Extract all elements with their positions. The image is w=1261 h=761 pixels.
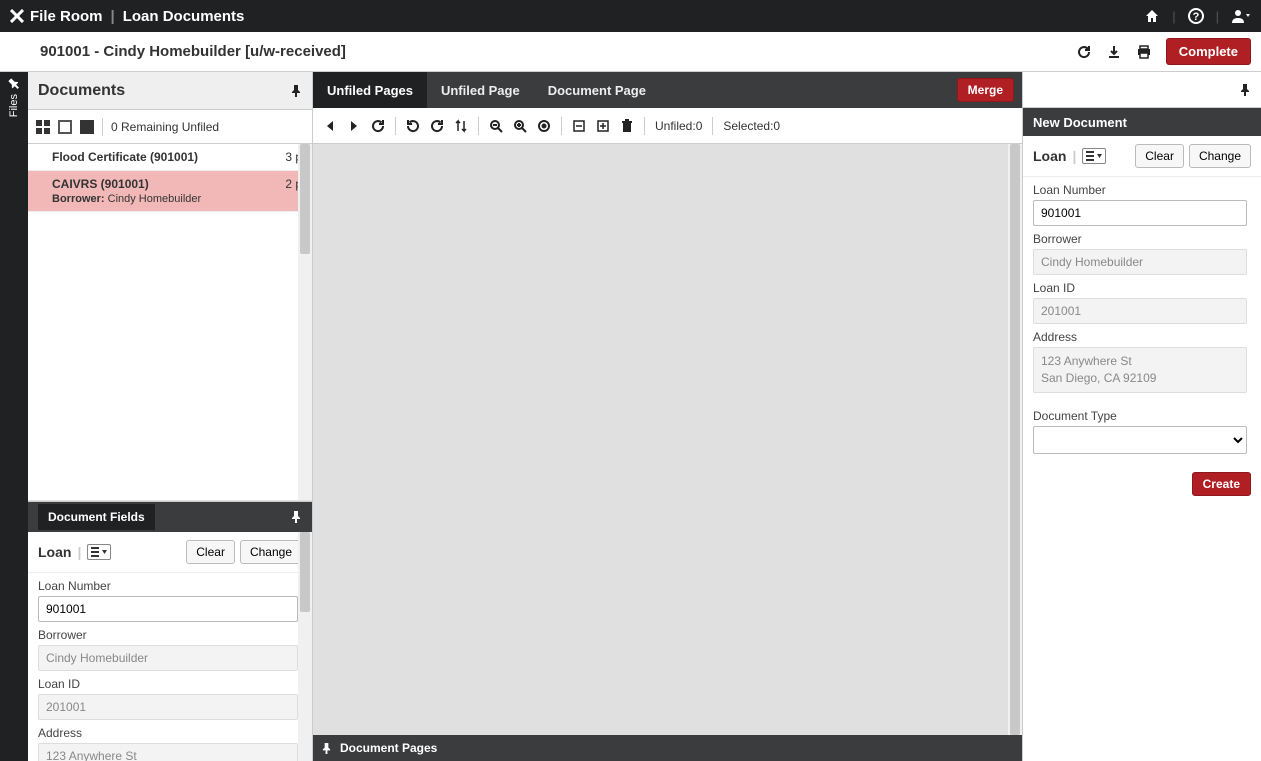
borrower-label: Borrower <box>38 628 298 642</box>
pin-icon[interactable] <box>290 85 302 97</box>
documents-list: Flood Certificate (901001) 3 p CAIVRS (9… <box>28 144 312 501</box>
plus-box-icon[interactable] <box>596 119 610 133</box>
borrower-readonly: Cindy Homebuilder <box>38 645 298 671</box>
pin-icon[interactable] <box>8 78 20 90</box>
sort-icon[interactable] <box>454 119 468 133</box>
remaining-unfiled-label: 0 Remaining Unfiled <box>111 120 219 134</box>
download-icon[interactable] <box>1106 44 1122 60</box>
document-item[interactable]: Flood Certificate (901001) 3 p <box>28 144 312 171</box>
refresh-icon[interactable] <box>1076 44 1092 60</box>
loan-label: Loan <box>1033 148 1066 164</box>
borrower-label: Borrower: <box>52 193 105 205</box>
right-pin-bar <box>1023 72 1261 108</box>
zoom-out-icon[interactable] <box>489 119 503 133</box>
scrollbar[interactable] <box>1008 144 1022 735</box>
merge-button[interactable]: Merge <box>957 78 1014 102</box>
document-pages-label[interactable]: Document Pages <box>340 741 437 755</box>
documents-title: Documents <box>38 82 125 100</box>
help-icon[interactable]: ? <box>1188 8 1204 24</box>
arrow-right-icon[interactable] <box>347 119 361 133</box>
pin-icon[interactable] <box>1239 84 1251 96</box>
loan-id-label: Loan ID <box>38 677 298 691</box>
minus-box-icon[interactable] <box>572 119 586 133</box>
app-name: File Room <box>30 8 103 25</box>
loan-number-input[interactable] <box>38 596 298 622</box>
change-button[interactable]: Change <box>240 540 302 564</box>
create-button[interactable]: Create <box>1192 472 1251 496</box>
document-fields-header: Document Fields <box>28 502 312 532</box>
address-readonly: 123 Anywhere St San Diego, CA 92109 <box>1033 347 1247 393</box>
collapse-icon[interactable] <box>80 120 94 134</box>
document-item[interactable]: CAIVRS (901001) Borrower: Cindy Homebuil… <box>28 171 312 212</box>
loan-id-label: Loan ID <box>1033 281 1247 295</box>
app-logo-icon <box>10 9 24 23</box>
document-item-name: Flood Certificate (901001) <box>52 150 198 164</box>
document-fields-tab[interactable]: Document Fields <box>38 504 155 530</box>
document-type-label: Document Type <box>1033 409 1247 423</box>
selected-status: Selected:0 <box>723 119 780 133</box>
svg-text:?: ? <box>1192 11 1199 23</box>
loan-number-input[interactable] <box>1033 200 1247 226</box>
list-dropdown-icon[interactable] <box>1082 148 1106 164</box>
list-dropdown-icon[interactable] <box>87 544 111 560</box>
top-bar: File Room | Loan Documents | ? | <box>0 0 1261 32</box>
address-label: Address <box>1033 330 1247 344</box>
home-icon[interactable] <box>1144 8 1160 24</box>
borrower-value: Cindy Homebuilder <box>108 193 202 205</box>
section-name: Loan Documents <box>123 8 245 25</box>
pin-icon[interactable] <box>321 743 332 754</box>
address-readonly: 123 Anywhere St <box>38 743 298 761</box>
borrower-readonly: Cindy Homebuilder <box>1033 249 1247 275</box>
loan-title: 901001 - Cindy Homebuilder [u/w-received… <box>40 43 346 60</box>
bottom-bar: Document Pages <box>313 735 1022 761</box>
pin-icon[interactable] <box>290 511 302 523</box>
unfiled-status: Unfiled:0 <box>655 119 702 133</box>
rotate-right-icon[interactable] <box>430 119 444 133</box>
expand-icon[interactable] <box>58 120 72 134</box>
document-item-name: CAIVRS (901001) <box>52 177 201 191</box>
address-label: Address <box>38 726 298 740</box>
borrower-label: Borrower <box>1033 232 1247 246</box>
tab-document-page[interactable]: Document Page <box>534 72 660 108</box>
change-button[interactable]: Change <box>1189 144 1251 168</box>
complete-button[interactable]: Complete <box>1166 38 1251 65</box>
scrollbar[interactable] <box>298 532 312 761</box>
grid-view-icon[interactable] <box>36 120 50 134</box>
loan-number-label: Loan Number <box>1033 183 1247 197</box>
page-viewer <box>313 144 1022 735</box>
loan-label: Loan <box>38 544 71 560</box>
print-icon[interactable] <box>1136 44 1152 60</box>
sub-header: 901001 - Cindy Homebuilder [u/w-received… <box>0 32 1261 72</box>
center-tabs-bar: Unfiled Pages Unfiled Page Document Page… <box>313 72 1022 108</box>
rail-files-label[interactable]: Files <box>8 94 20 117</box>
clear-button[interactable]: Clear <box>1135 144 1184 168</box>
viewer-toolbar: Unfiled:0 Selected:0 <box>313 108 1022 144</box>
loan-id-readonly: 201001 <box>1033 298 1247 324</box>
breadcrumb-separator: | <box>111 8 115 25</box>
documents-toolbar: 0 Remaining Unfiled <box>28 110 312 144</box>
loan-number-label: Loan Number <box>38 579 298 593</box>
refresh-icon[interactable] <box>371 119 385 133</box>
rotate-left-icon[interactable] <box>406 119 420 133</box>
user-menu-icon[interactable] <box>1231 8 1251 24</box>
scrollbar[interactable] <box>298 144 312 500</box>
zoom-in-icon[interactable] <box>513 119 527 133</box>
left-rail: Files <box>0 72 28 761</box>
zoom-fit-icon[interactable] <box>537 119 551 133</box>
arrow-left-icon[interactable] <box>323 119 337 133</box>
clear-button[interactable]: Clear <box>186 540 235 564</box>
trash-icon[interactable] <box>620 119 634 133</box>
tab-unfiled-page[interactable]: Unfiled Page <box>427 72 534 108</box>
tab-unfiled-pages[interactable]: Unfiled Pages <box>313 72 427 108</box>
documents-header: Documents <box>28 72 312 110</box>
new-document-header: New Document <box>1023 108 1261 136</box>
loan-id-readonly: 201001 <box>38 694 298 720</box>
document-type-select[interactable] <box>1033 426 1247 454</box>
